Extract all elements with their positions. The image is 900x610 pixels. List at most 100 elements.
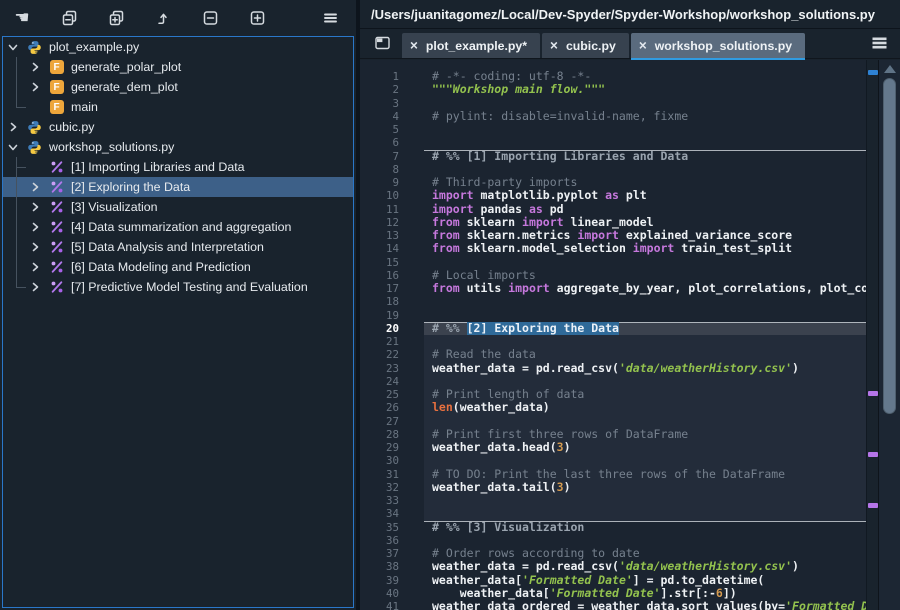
code-line-10[interactable]: 10import matplotlib.pyplot as plt	[360, 189, 866, 202]
code-line-15[interactable]: 15	[360, 256, 866, 269]
options-menu-icon[interactable]	[315, 4, 345, 32]
code-line-9[interactable]: 9# Third-party imports	[360, 176, 866, 189]
code-line-4[interactable]: 4# pylint: disable=invalid-name, fixme	[360, 110, 866, 123]
code-line-34[interactable]: 34	[360, 507, 866, 520]
line-number: 20	[360, 322, 400, 335]
collapse-section-icon[interactable]	[54, 4, 84, 32]
chevron-right-icon[interactable]	[25, 77, 45, 97]
expand-all-icon[interactable]	[242, 4, 272, 32]
code-text: # %% [2] Exploring the Data	[424, 322, 866, 335]
tree-item-plot-example-py[interactable]: plot_example.py	[3, 37, 353, 57]
chevron-right-icon[interactable]	[25, 237, 45, 257]
tree-item-label: [7] Predictive Model Testing and Evaluat…	[71, 280, 308, 294]
close-tab-icon[interactable]: ×	[550, 39, 558, 52]
code-line-32[interactable]: 32weather_data.tail(3)	[360, 481, 866, 494]
tree-item-1-importing-libraries-and-data[interactable]: [1] Importing Libraries and Data	[3, 157, 353, 177]
go-to-parent-icon[interactable]	[148, 4, 178, 32]
code-line-18[interactable]: 18	[360, 295, 866, 308]
code-line-8[interactable]: 8	[360, 163, 866, 176]
code-line-29[interactable]: 29weather_data.head(3)	[360, 441, 866, 454]
chevron-right-icon[interactable]	[25, 57, 45, 77]
tree-item-4-data-summarization-and-aggregation[interactable]: [4] Data summarization and aggregation	[3, 217, 353, 237]
code-line-26[interactable]: 26len(weather_data)	[360, 401, 866, 414]
chevron-right-icon[interactable]	[25, 217, 45, 237]
code-line-13[interactable]: 13from sklearn.metrics import explained_…	[360, 229, 866, 242]
line-number: 29	[360, 441, 400, 454]
tree-item-workshop-solutions-py[interactable]: workshop_solutions.py	[3, 137, 353, 157]
code-line-11[interactable]: 11import pandas as pd	[360, 203, 866, 216]
code-text	[424, 454, 866, 467]
code-text	[424, 494, 866, 507]
code-line-16[interactable]: 16# Local imports	[360, 269, 866, 282]
code-line-38[interactable]: 38weather_data = pd.read_csv('data/weath…	[360, 560, 866, 573]
tree-item-main[interactable]: Fmain	[3, 97, 353, 117]
code-line-27[interactable]: 27	[360, 415, 866, 428]
line-number: 16	[360, 269, 400, 282]
tree-item-7-predictive-model-testing-and-evaluation[interactable]: [7] Predictive Model Testing and Evaluat…	[3, 277, 353, 297]
chevron-right-icon[interactable]	[25, 277, 45, 297]
code-line-40[interactable]: 40 weather_data['Formatted Date'].str[:-…	[360, 587, 866, 600]
tab-cubic.py[interactable]: ×cubic.py	[542, 33, 629, 58]
code-line-17[interactable]: 17from utils import aggregate_by_year, p…	[360, 282, 866, 295]
close-tab-icon[interactable]: ×	[410, 39, 418, 52]
code-line-28[interactable]: 28# Print first three rows of DataFrame	[360, 428, 866, 441]
line-number: 10	[360, 189, 400, 202]
code-line-41[interactable]: 41weather_data_ordered = weather_data.so…	[360, 600, 866, 610]
outline-tree[interactable]: plot_example.pyFgenerate_polar_plotFgene…	[2, 36, 354, 608]
chevron-down-icon[interactable]	[3, 137, 23, 157]
chevron-down-icon[interactable]	[3, 37, 23, 57]
code-line-3[interactable]: 3	[360, 97, 866, 110]
code-line-31[interactable]: 31# TO DO: Print the last three rows of …	[360, 468, 866, 481]
code-line-24[interactable]: 24	[360, 375, 866, 388]
code-line-1[interactable]: 1# -*- coding: utf-8 -*-	[360, 70, 866, 83]
code-line-23[interactable]: 23weather_data = pd.read_csv('data/weath…	[360, 362, 866, 375]
code-line-14[interactable]: 14from sklearn.model_selection import tr…	[360, 242, 866, 255]
tree-item-generate-dem-plot[interactable]: Fgenerate_dem_plot	[3, 77, 353, 97]
chevron-right-icon[interactable]	[25, 197, 45, 217]
code-line-19[interactable]: 19	[360, 309, 866, 322]
spyder-window: ☚ plot_example.pyFgenerate_polar_plotFge…	[0, 0, 900, 610]
scrollbar-thumb[interactable]	[883, 78, 896, 414]
code-editor[interactable]: 1# -*- coding: utf-8 -*-2"""Workshop mai…	[360, 60, 900, 610]
tree-item-cubic-py[interactable]: cubic.py	[3, 117, 353, 137]
line-number: 17	[360, 282, 400, 295]
code-line-6[interactable]: 6	[360, 136, 866, 149]
code-line-33[interactable]: 33	[360, 494, 866, 507]
code-line-30[interactable]: 30	[360, 454, 866, 467]
tab-label: workshop_solutions.py	[655, 39, 792, 53]
line-number: 33	[360, 494, 400, 507]
collapse-all-icon[interactable]	[195, 4, 225, 32]
tree-item-3-visualization[interactable]: [3] Visualization	[3, 197, 353, 217]
scroll-flag-marker	[868, 391, 878, 396]
code-line-20[interactable]: 20 # %% [2] Exploring the Data	[360, 322, 866, 335]
chevron-right-icon[interactable]	[3, 117, 23, 137]
code-line-7[interactable]: 7# %% [1] Importing Libraries and Data	[360, 150, 866, 163]
editor-scrollbar[interactable]	[878, 60, 900, 610]
tree-item-2-exploring-the-data[interactable]: [2] Exploring the Data	[3, 177, 353, 197]
code-line-39[interactable]: 39weather_data['Formatted Date'] = pd.to…	[360, 574, 866, 587]
code-line-36[interactable]: 36	[360, 534, 866, 547]
chevron-right-icon[interactable]	[25, 257, 45, 277]
chevron-right-icon[interactable]	[25, 177, 45, 197]
browse-tabs-icon[interactable]	[370, 32, 394, 54]
tree-item-label: [4] Data summarization and aggregation	[71, 220, 291, 234]
code-line-21[interactable]: 21	[360, 335, 866, 348]
code-line-35[interactable]: 35# %% [3] Visualization	[360, 521, 866, 534]
go-to-cursor-icon[interactable]: ☚	[7, 4, 37, 32]
code-line-2[interactable]: 2"""Workshop main flow."""	[360, 83, 866, 96]
scroll-up-arrow-icon[interactable]	[884, 65, 896, 73]
code-line-25[interactable]: 25# Print length of data	[360, 388, 866, 401]
no-chevron	[25, 157, 45, 177]
code-line-5[interactable]: 5	[360, 123, 866, 136]
close-tab-icon[interactable]: ×	[639, 39, 647, 52]
tab-workshop_solutions.py[interactable]: × workshop_solutions.py	[631, 33, 805, 58]
expand-section-icon[interactable]	[101, 4, 131, 32]
code-line-22[interactable]: 22# Read the data	[360, 348, 866, 361]
code-line-12[interactable]: 12from sklearn import linear_model	[360, 216, 866, 229]
tree-item-5-data-analysis-and-interpretation[interactable]: [5] Data Analysis and Interpretation	[3, 237, 353, 257]
tab-plot_example.py-[interactable]: ×plot_example.py*	[402, 33, 540, 58]
tree-item-generate-polar-plot[interactable]: Fgenerate_polar_plot	[3, 57, 353, 77]
code-line-37[interactable]: 37# Order rows according to date	[360, 547, 866, 560]
editor-options-menu-icon[interactable]	[868, 34, 890, 52]
tree-item-6-data-modeling-and-prediction[interactable]: [6] Data Modeling and Prediction	[3, 257, 353, 277]
